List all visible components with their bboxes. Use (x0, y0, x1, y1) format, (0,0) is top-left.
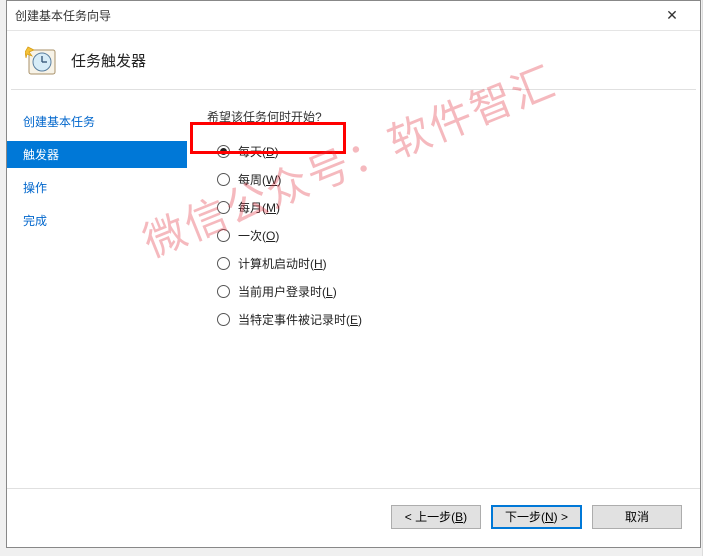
trigger-option-4[interactable]: 计算机启动时(H) (217, 249, 680, 277)
wizard-footer: < 上一步(B) 下一步(N) > 取消 (7, 488, 700, 544)
trigger-option-3[interactable]: 一次(O) (217, 221, 680, 249)
trigger-radio-group: 每天(D) 每周(W) 每月(M) 一次(O) 计算机启动时(H) 当前用户登录时(L) 当… (207, 137, 680, 333)
next-button[interactable]: 下一步(N) > (491, 505, 582, 529)
radio-label: 计算机启动时(H) (238, 255, 327, 272)
cancel-button-label: 取消 (625, 508, 649, 525)
header-title: 任务触发器 (71, 50, 146, 71)
back-button-label: < 上一步(B) (405, 508, 467, 525)
sidebar-step-2[interactable]: 操作 (7, 174, 187, 201)
radio-icon (217, 229, 230, 242)
radio-label: 当特定事件被记录时(E) (238, 311, 362, 328)
radio-icon (217, 201, 230, 214)
sidebar-step-1[interactable]: 触发器 (7, 141, 187, 168)
background-window-edge (702, 0, 710, 556)
radio-label: 一次(O) (238, 227, 279, 244)
trigger-prompt: 希望该任务何时开始? (207, 108, 680, 125)
titlebar: 创建基本任务向导 ✕ (7, 1, 700, 31)
wizard-body: 创建基本任务触发器操作完成 希望该任务何时开始? 每天(D) 每周(W) 每月(M)… (7, 90, 700, 488)
radio-label: 当前用户登录时(L) (238, 283, 337, 300)
wizard-dialog: 创建基本任务向导 ✕ 任务触发器 创建基本任务触发器操作完成 希望该任务何时开始… (6, 0, 701, 548)
radio-label: 每月(M) (238, 199, 280, 216)
close-icon: ✕ (666, 7, 678, 24)
radio-label: 每天(D) (238, 143, 279, 160)
radio-icon (217, 257, 230, 270)
radio-icon (217, 145, 230, 158)
wizard-content: 希望该任务何时开始? 每天(D) 每周(W) 每月(M) 一次(O) 计算机启动时(H)… (187, 90, 700, 488)
wizard-sidebar: 创建基本任务触发器操作完成 (7, 90, 187, 488)
sidebar-step-3[interactable]: 完成 (7, 207, 187, 234)
trigger-option-1[interactable]: 每周(W) (217, 165, 680, 193)
trigger-option-2[interactable]: 每月(M) (217, 193, 680, 221)
wizard-header: 任务触发器 (7, 31, 700, 89)
next-button-label: 下一步(N) > (505, 508, 568, 525)
window-title: 创建基本任务向导 (15, 7, 652, 24)
back-button[interactable]: < 上一步(B) (391, 505, 481, 529)
radio-icon (217, 313, 230, 326)
sidebar-step-0[interactable]: 创建基本任务 (7, 108, 187, 135)
task-clock-icon (25, 44, 57, 76)
radio-label: 每周(W) (238, 171, 281, 188)
cancel-button[interactable]: 取消 (592, 505, 682, 529)
close-button[interactable]: ✕ (652, 2, 692, 30)
trigger-option-6[interactable]: 当特定事件被记录时(E) (217, 305, 680, 333)
radio-icon (217, 173, 230, 186)
trigger-option-5[interactable]: 当前用户登录时(L) (217, 277, 680, 305)
radio-icon (217, 285, 230, 298)
trigger-option-0[interactable]: 每天(D) (217, 137, 680, 165)
